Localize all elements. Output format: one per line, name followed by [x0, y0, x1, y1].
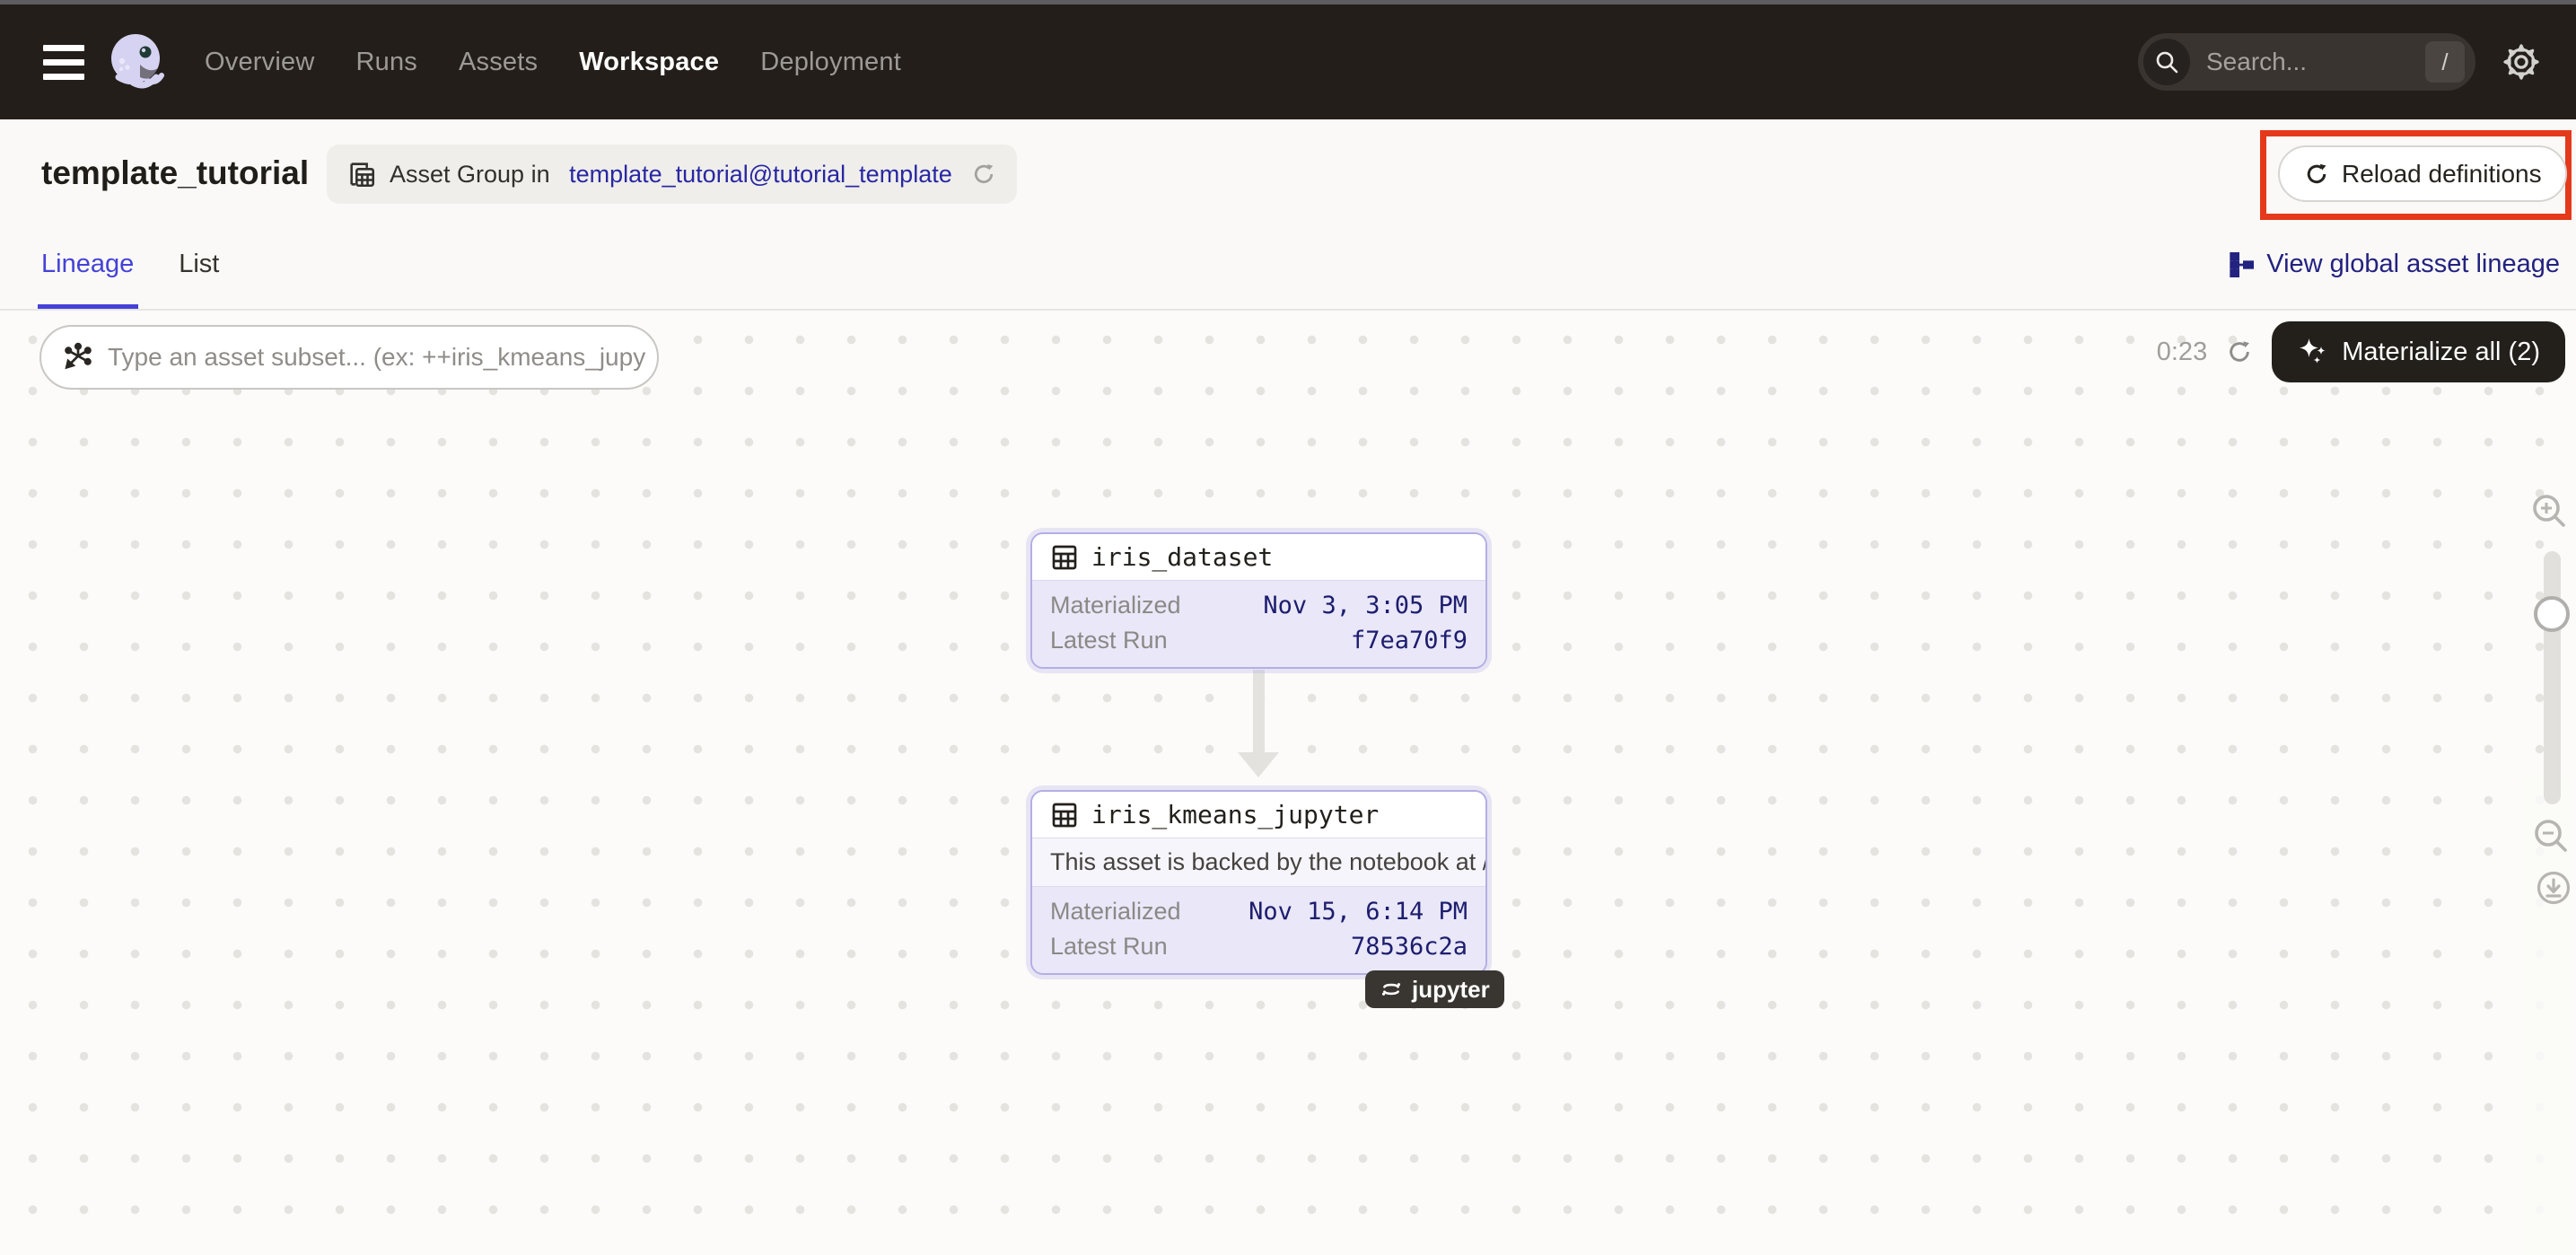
lineage-graph-icon — [2227, 250, 2256, 279]
asset-subset-icon — [63, 342, 93, 373]
search-placeholder: Search... — [2206, 48, 2425, 76]
materialized-timestamp[interactable]: Nov 15, 6:14 PM — [1249, 898, 1468, 926]
breadcrumb: Asset Group in template_tutorial@tutoria… — [327, 145, 1017, 204]
latest-run-label: Latest Run — [1050, 627, 1168, 654]
kind-tag-jupyter[interactable]: jupyter — [1365, 970, 1504, 1008]
top-navbar: Overview Runs Assets Workspace Deploymen… — [0, 4, 2576, 119]
sparkle-icon — [2297, 336, 2329, 368]
latest-run-row: Latest Run 78536c2a — [1032, 929, 1485, 964]
nav-item-assets[interactable]: Assets — [459, 48, 538, 77]
graph-toolbar-right: 0:23 Materialize all (2) — [2157, 321, 2565, 382]
asset-name: iris_dataset — [1091, 542, 1273, 572]
search-input[interactable]: Search... / — [2138, 33, 2475, 91]
tab-list[interactable]: List — [179, 250, 219, 292]
hamburger-menu-icon[interactable] — [43, 45, 84, 80]
breadcrumb-reload-icon[interactable] — [970, 161, 997, 188]
jupyter-icon — [1380, 978, 1403, 1001]
zoom-in-icon[interactable] — [2529, 491, 2569, 531]
dagster-logo-icon[interactable] — [106, 31, 169, 93]
nav-item-deployment[interactable]: Deployment — [760, 48, 901, 77]
nav-item-workspace[interactable]: Workspace — [579, 48, 719, 77]
dagster-app: Overview Runs Assets Workspace Deploymen… — [0, 0, 2576, 1255]
kind-tag-label: jupyter — [1412, 976, 1490, 1004]
reload-definitions-button[interactable]: Reload definitions — [2278, 145, 2567, 202]
materialize-all-button[interactable]: Materialize all (2) — [2272, 321, 2565, 382]
breadcrumb-prefix: Asset Group in — [390, 161, 556, 189]
asset-node-iris-dataset[interactable]: iris_dataset Materialized Nov 3, 3:05 PM… — [1030, 532, 1487, 669]
tab-lineage[interactable]: Lineage — [41, 250, 134, 292]
page-title: template_tutorial — [41, 154, 309, 192]
latest-run-id[interactable]: f7ea70f9 — [1351, 627, 1468, 654]
zoom-slider-knob[interactable] — [2534, 596, 2570, 632]
view-global-asset-lineage-label: View global asset lineage — [2266, 250, 2560, 279]
zoom-slider-track[interactable] — [2544, 551, 2561, 804]
latest-run-row: Latest Run f7ea70f9 — [1032, 623, 1485, 658]
table-icon — [1050, 801, 1079, 829]
materialized-row: Materialized Nov 15, 6:14 PM — [1032, 894, 1485, 929]
reload-definitions-label: Reload definitions — [2342, 160, 2542, 189]
latest-run-label: Latest Run — [1050, 933, 1168, 961]
lineage-edge — [1253, 670, 1265, 754]
asset-graph-canvas[interactable]: 0:23 Materialize all (2) — [0, 311, 2576, 1255]
asset-filter-input[interactable] — [108, 343, 648, 372]
asset-name: iris_kmeans_jupyter — [1091, 800, 1379, 829]
materialize-all-label: Materialize all (2) — [2342, 338, 2540, 367]
view-tabs: Lineage List — [41, 250, 219, 292]
asset-group-icon — [346, 159, 377, 189]
download-image-icon[interactable] — [2536, 870, 2572, 906]
table-icon — [1050, 543, 1079, 572]
search-shortcut-key: / — [2425, 41, 2465, 83]
lineage-edge-arrowhead — [1238, 752, 1279, 777]
materialized-label: Materialized — [1050, 898, 1181, 926]
asset-description: This asset is backed by the notebook at … — [1032, 838, 1485, 887]
nav-item-overview[interactable]: Overview — [205, 48, 314, 77]
navbar-right: Search... / — [2138, 33, 2576, 91]
gear-icon[interactable] — [2499, 39, 2544, 84]
refresh-icon[interactable] — [2225, 338, 2254, 366]
view-global-asset-lineage-link[interactable]: View global asset lineage — [2227, 250, 2560, 279]
asset-node-iris-kmeans-jupyter[interactable]: iris_kmeans_jupyter This asset is backed… — [1030, 790, 1487, 975]
nav-item-runs[interactable]: Runs — [355, 48, 417, 77]
materialized-row: Materialized Nov 3, 3:05 PM — [1032, 588, 1485, 623]
breadcrumb-code-location-link[interactable]: template_tutorial@tutorial_template — [569, 161, 952, 189]
zoom-out-icon[interactable] — [2531, 816, 2571, 856]
nav-links: Overview Runs Assets Workspace Deploymen… — [205, 48, 901, 77]
materialized-label: Materialized — [1050, 592, 1181, 619]
refresh-timer: 0:23 — [2157, 338, 2207, 367]
reload-icon — [2303, 161, 2330, 188]
asset-filter-field[interactable] — [39, 325, 659, 390]
search-icon — [2143, 39, 2190, 85]
materialized-timestamp[interactable]: Nov 3, 3:05 PM — [1263, 592, 1468, 619]
latest-run-id[interactable]: 78536c2a — [1351, 933, 1468, 961]
